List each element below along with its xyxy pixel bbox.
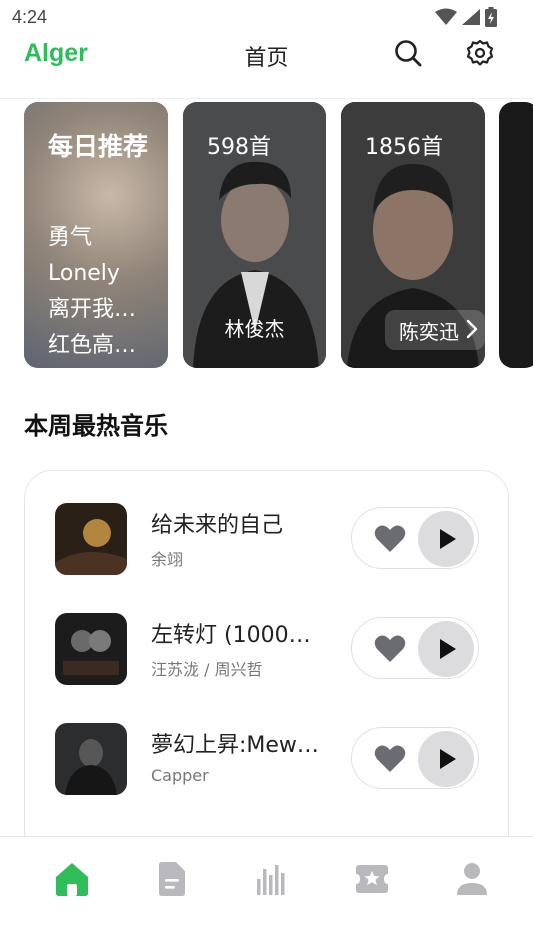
app-header: Alger 首页 (0, 36, 533, 98)
song-title: 左转灯 (1000… (151, 623, 311, 648)
artist-name: 陈奕迅 (399, 320, 459, 344)
daily-song-item: 勇气 (48, 225, 93, 250)
daily-song-item: 离开我… (48, 297, 137, 322)
gear-icon[interactable] (465, 38, 495, 68)
song-row[interactable]: 夢幻上昇:Mew… Capper (55, 723, 485, 803)
status-icons (435, 7, 497, 27)
play-button[interactable] (418, 511, 474, 567)
play-button[interactable] (418, 731, 474, 787)
song-row[interactable]: 左转灯 (1000… 汪苏泷 / 周兴哲 (55, 613, 485, 693)
search-icon[interactable] (393, 38, 423, 68)
daily-recommend-card[interactable]: 每日推荐 勇气 Lonely 离开我… 红色高… (24, 102, 168, 368)
heart-icon[interactable] (374, 634, 406, 664)
ticket-icon[interactable] (352, 859, 392, 899)
song-row[interactable]: 给未来的自己 余翊 (55, 503, 485, 583)
document-icon[interactable] (152, 859, 192, 899)
hot-songs-panel: 给未来的自己 余翊 左转灯 (1000… 汪苏泷 / 周兴哲 夢幻上昇:Mew…… (24, 470, 509, 890)
album-cover (55, 723, 127, 795)
play-button[interactable] (418, 621, 474, 677)
page-title: 首页 (244, 46, 289, 71)
wifi-icon (435, 8, 457, 25)
section-title: 本周最热音乐 (24, 412, 168, 440)
play-icon (440, 749, 456, 769)
playlist-count: 1856首 (365, 135, 443, 160)
home-icon[interactable] (52, 859, 92, 899)
album-cover (55, 503, 127, 575)
chevron-right-icon (466, 319, 478, 339)
chart-bars-icon[interactable] (252, 859, 292, 899)
play-icon (440, 529, 456, 549)
header-divider (0, 98, 533, 99)
daily-title: 每日推荐 (48, 132, 149, 161)
song-title: 给未来的自己 (151, 513, 284, 538)
song-actions (351, 727, 479, 789)
song-artist: 余翊 (151, 550, 184, 569)
album-cover (55, 613, 127, 685)
daily-song-item: Lonely (48, 261, 120, 286)
artist-playlist-card[interactable] (499, 102, 533, 368)
song-artist: 汪苏泷 / 周兴哲 (151, 660, 263, 679)
heart-icon[interactable] (374, 524, 406, 554)
song-actions (351, 617, 479, 679)
heart-icon[interactable] (374, 744, 406, 774)
song-title: 夢幻上昇:Mew… (151, 733, 319, 758)
bottom-nav (0, 836, 533, 948)
daily-song-item: 红色高… (48, 333, 137, 358)
artist-name-pill[interactable]: 陈奕迅 (385, 310, 485, 350)
play-icon (440, 639, 456, 659)
artist-playlist-card[interactable]: 598首 林俊杰 (183, 102, 326, 368)
battery-icon (485, 7, 497, 27)
status-bar: 4:24 (0, 0, 533, 36)
playlist-carousel[interactable]: 每日推荐 勇气 Lonely 离开我… 红色高… 598首 林俊杰 1856首 … (0, 102, 533, 370)
artist-playlist-card[interactable]: 1856首 陈奕迅 (341, 102, 485, 368)
status-time: 4:24 (12, 7, 48, 27)
playlist-count: 598首 (207, 135, 271, 160)
song-actions (351, 507, 479, 569)
user-icon[interactable] (452, 859, 492, 899)
song-artist: Capper (151, 766, 209, 785)
daily-song-list: 勇气 Lonely 离开我… 红色高… (48, 220, 158, 364)
artist-name: 林俊杰 (224, 317, 285, 341)
signal-icon (462, 9, 480, 25)
